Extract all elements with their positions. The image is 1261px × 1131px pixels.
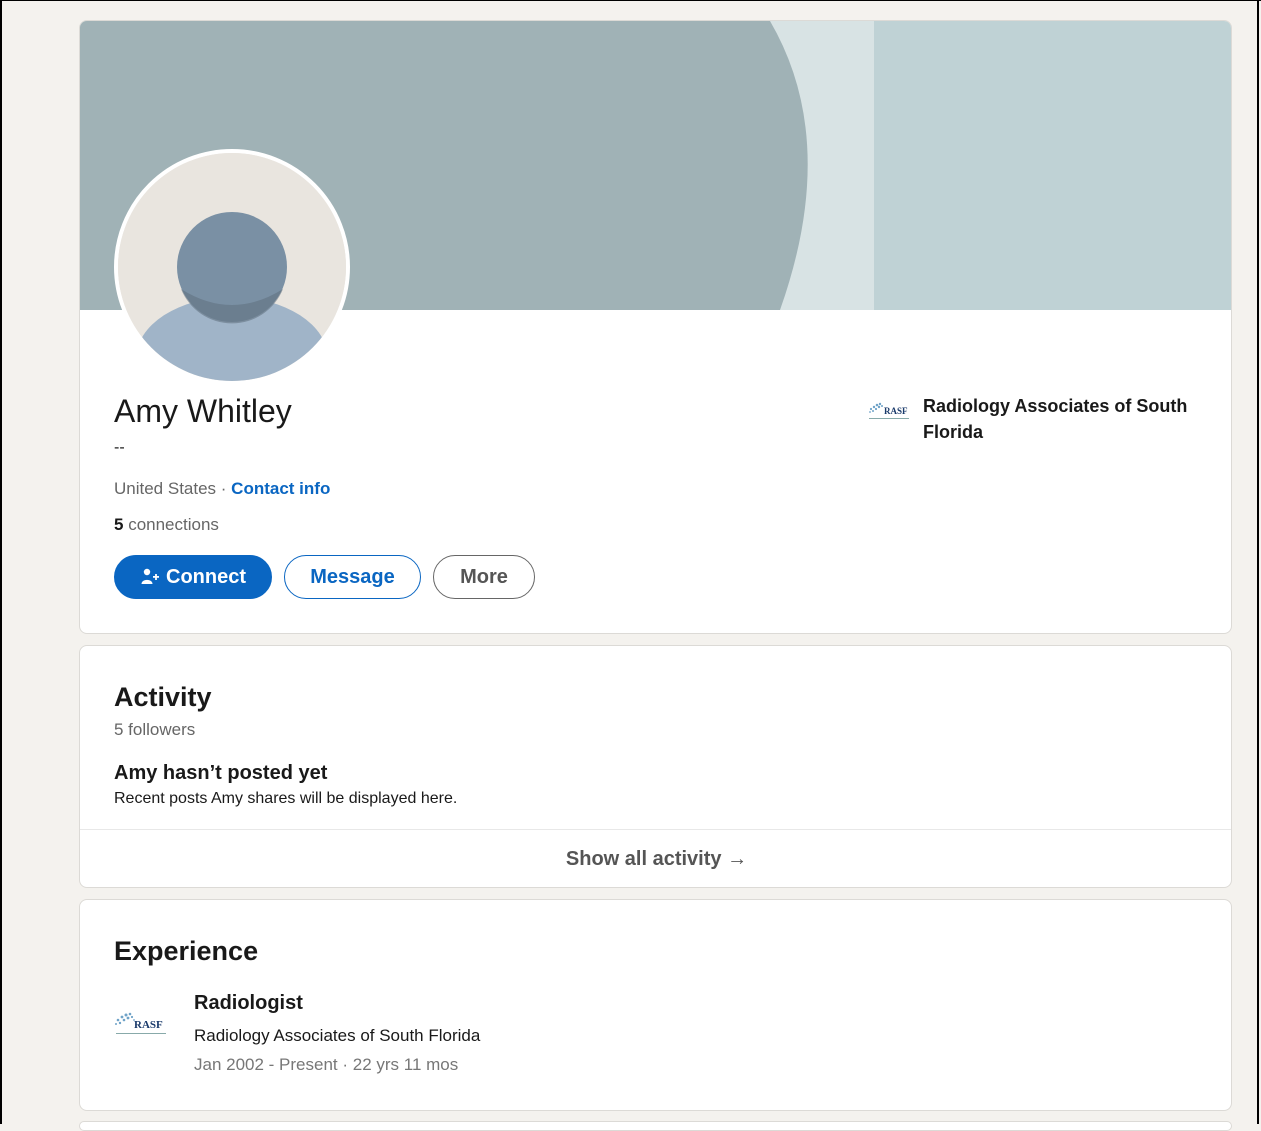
avatar[interactable] [114,149,350,385]
contact-info-link[interactable]: Contact info [231,479,330,498]
next-card-edge [79,1121,1232,1131]
connections-count[interactable]: 5 connections [114,515,219,535]
window-frame-top [0,0,1261,1]
connect-label: Connect [166,565,246,588]
location-text: United States [114,479,217,498]
add-person-icon [141,568,159,584]
experience-role[interactable]: Radiologist [194,992,303,1015]
connect-button[interactable]: Connect [114,555,272,599]
activity-empty-heading: Amy hasn’t posted yet [114,762,328,784]
current-company-name: Radiology Associates of South Florida [923,396,1188,442]
show-all-activity-button[interactable]: Show all activity → [80,830,1231,887]
activity-title: Activity [114,682,212,712]
connections-label: connections [123,515,219,534]
experience-card: Experience RASF Radiologist Radiology As… [79,899,1232,1111]
rasf-logo-icon: RASF [869,402,909,419]
person-silhouette-icon [118,153,346,381]
experience-company: Radiology Associates of South Florida [194,1026,481,1045]
more-button[interactable]: More [433,555,535,599]
activity-empty-text: Recent posts Amy shares will be displaye… [114,790,458,807]
window-frame-right [1257,0,1259,1124]
profile-name: Amy Whitley [114,393,292,429]
rasf-logo-icon[interactable]: RASF [110,1008,170,1040]
location-separator: · [216,479,232,498]
activity-card: Activity 5 followers Amy hasn’t posted y… [79,645,1232,888]
message-button[interactable]: Message [284,555,421,599]
followers-count: 5 followers [114,720,196,739]
profile-headline: -- [114,439,125,456]
rasf-logo-text: RASF [134,1019,163,1031]
profile-actions: Connect Message More [114,555,535,599]
current-company[interactable]: RASF Radiology Associates of South Flori… [865,393,1213,445]
profile-card: Amy Whitley -- United States · Contact i… [79,20,1232,634]
rasf-logo-text: RASF [884,406,908,416]
window-frame-left [0,0,2,1124]
location-line: United States · Contact info [114,479,330,499]
experience-dates: Jan 2002 - Present · 22 yrs 11 mos [194,1055,459,1074]
experience-title: Experience [114,936,259,966]
